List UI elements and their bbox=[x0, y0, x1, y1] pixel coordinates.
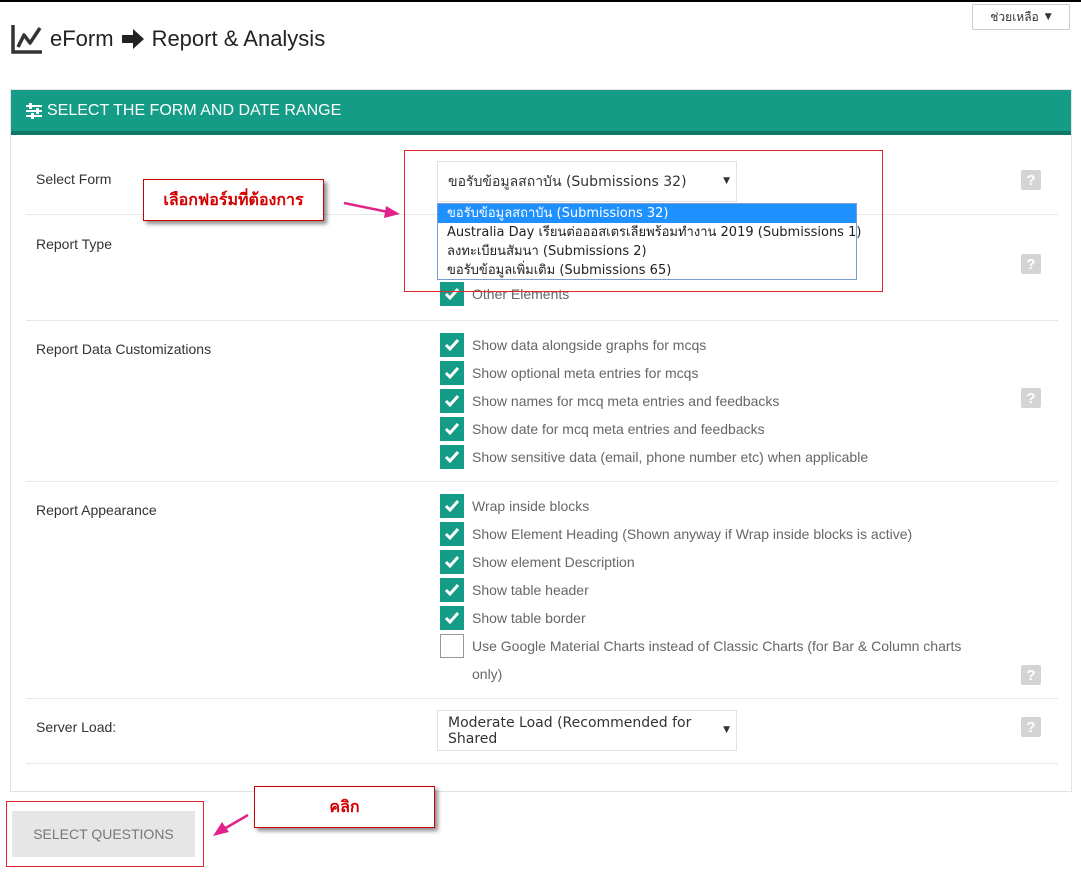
checkbox-checked[interactable] bbox=[440, 389, 464, 413]
checkbox-label: Show data alongside graphs for mcqs bbox=[472, 337, 707, 353]
caret-down-icon: ▼ bbox=[723, 725, 730, 735]
annotation-arrow-icon bbox=[213, 813, 249, 836]
appearance-label: Report Appearance bbox=[36, 502, 157, 518]
checkbox-label: Show table border bbox=[472, 610, 586, 626]
checkbox-label: Use Google Material Charts instead of Cl… bbox=[472, 638, 962, 682]
checkbox-item[interactable]: Show table border bbox=[440, 606, 586, 632]
checkbox-label: Show sensitive data (email, phone number… bbox=[472, 449, 869, 465]
checkbox-checked[interactable] bbox=[440, 578, 464, 602]
checkbox-item[interactable]: Show table header bbox=[440, 578, 589, 604]
check-icon bbox=[444, 339, 460, 352]
annotation-callout: เลือกฟอร์มที่ต้องการ bbox=[143, 179, 324, 221]
checkbox-checked[interactable] bbox=[440, 522, 464, 546]
data-customizations-row: Report Data Customizations Show data alo… bbox=[26, 321, 1058, 482]
help-dropdown-button[interactable]: ช่วยเหลือ ▼ bbox=[972, 4, 1070, 30]
checkbox-label: Show date for mcq meta entries and feedb… bbox=[472, 421, 765, 437]
server-load-value: Moderate Load (Recommended for Shared bbox=[448, 714, 692, 747]
check-icon bbox=[444, 528, 460, 541]
checkbox-item[interactable]: Show element Description bbox=[440, 550, 635, 576]
report-type-label: Report Type bbox=[36, 236, 113, 252]
checkbox-checked[interactable] bbox=[440, 550, 464, 574]
line-chart-icon bbox=[11, 25, 42, 54]
server-load-row: Server Load: Moderate Load (Recommended … bbox=[26, 699, 1058, 764]
app-name: eForm bbox=[50, 26, 114, 51]
checkbox-item[interactable]: Show Element Heading (Shown anyway if Wr… bbox=[440, 522, 912, 548]
checkbox-label: Show element Description bbox=[472, 554, 635, 570]
checkbox-label: Show optional meta entries for mcqs bbox=[472, 365, 699, 381]
checkbox-item[interactable]: Show sensitive data (email, phone number… bbox=[440, 445, 868, 471]
arrow-right-icon bbox=[121, 29, 144, 49]
caret-down-icon: ▼ bbox=[1044, 12, 1052, 22]
checkbox-unchecked[interactable] bbox=[440, 634, 464, 658]
checkbox-label: Wrap inside blocks bbox=[472, 498, 590, 514]
check-icon bbox=[444, 367, 460, 380]
server-load-dropdown[interactable]: Moderate Load (Recommended for Shared ▼ bbox=[437, 710, 737, 751]
annotation-callout: คลิก bbox=[254, 786, 435, 828]
help-label: ช่วยเหลือ bbox=[990, 9, 1039, 24]
checkbox-checked[interactable] bbox=[440, 445, 464, 469]
checkbox-item[interactable]: Show optional meta entries for mcqs bbox=[440, 361, 698, 387]
checkbox-checked[interactable] bbox=[440, 333, 464, 357]
sliders-icon bbox=[26, 102, 42, 119]
check-icon bbox=[444, 584, 460, 597]
top-border bbox=[0, 0, 1081, 2]
checkbox-label: Show Element Heading (Shown anyway if Wr… bbox=[472, 526, 913, 542]
help-question-icon[interactable]: ? bbox=[1021, 254, 1041, 274]
server-load-label: Server Load: bbox=[36, 719, 117, 735]
checkbox-item[interactable]: Show data alongside graphs for mcqs bbox=[440, 333, 706, 359]
check-icon bbox=[444, 612, 460, 625]
checkbox-checked[interactable] bbox=[440, 417, 464, 441]
annotation-highlight-box bbox=[404, 150, 883, 292]
checkbox-item[interactable]: Show date for mcq meta entries and feedb… bbox=[440, 417, 765, 443]
check-icon bbox=[444, 395, 460, 408]
checkbox-item[interactable]: Show names for mcq meta entries and feed… bbox=[440, 389, 779, 415]
annotation-highlight-box bbox=[6, 801, 204, 867]
data-customizations-label: Report Data Customizations bbox=[36, 341, 212, 357]
checkbox-checked[interactable] bbox=[440, 606, 464, 630]
check-icon bbox=[444, 556, 460, 569]
help-question-icon[interactable]: ? bbox=[1021, 388, 1041, 408]
checkbox-checked[interactable] bbox=[440, 494, 464, 518]
page-title: eForm Report & Analysis bbox=[10, 22, 325, 56]
checkbox-label: Show table header bbox=[472, 582, 589, 598]
check-icon bbox=[444, 500, 460, 513]
help-question-icon[interactable]: ? bbox=[1021, 170, 1041, 190]
checkbox-item[interactable]: Wrap inside blocks bbox=[440, 494, 589, 520]
help-question-icon[interactable]: ? bbox=[1021, 665, 1041, 685]
check-icon bbox=[444, 423, 460, 436]
appearance-row: Report Appearance Wrap inside blocks Sho… bbox=[26, 482, 1058, 699]
panel-title: SELECT THE FORM AND DATE RANGE bbox=[47, 101, 342, 119]
checkbox-label: Show names for mcq meta entries and feed… bbox=[472, 393, 780, 409]
help-question-icon[interactable]: ? bbox=[1021, 717, 1041, 737]
page-name: Report & Analysis bbox=[151, 26, 326, 51]
select-form-label: Select Form bbox=[36, 171, 112, 187]
panel-header: SELECT THE FORM AND DATE RANGE bbox=[11, 90, 1071, 135]
checkbox-item[interactable]: Use Google Material Charts instead of Cl… bbox=[440, 634, 972, 688]
checkbox-checked[interactable] bbox=[440, 361, 464, 385]
check-icon bbox=[444, 451, 460, 464]
